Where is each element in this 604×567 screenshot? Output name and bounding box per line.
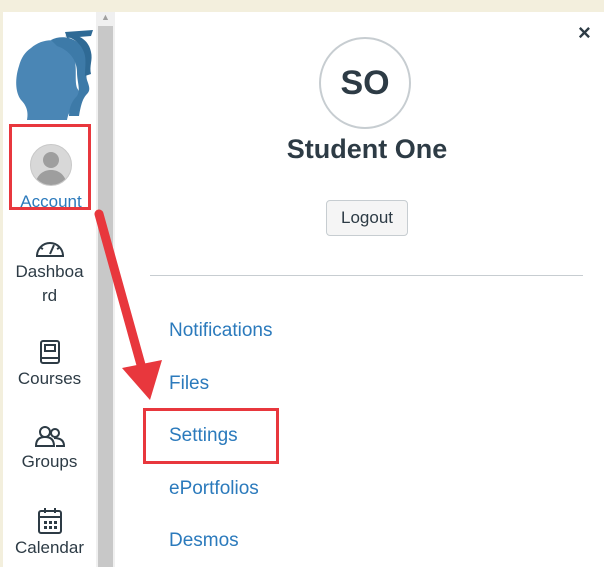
annotation-arrow <box>94 209 162 400</box>
screenshot-canvas: Account Dashboa rd Courses Groups Calend… <box>0 0 604 567</box>
